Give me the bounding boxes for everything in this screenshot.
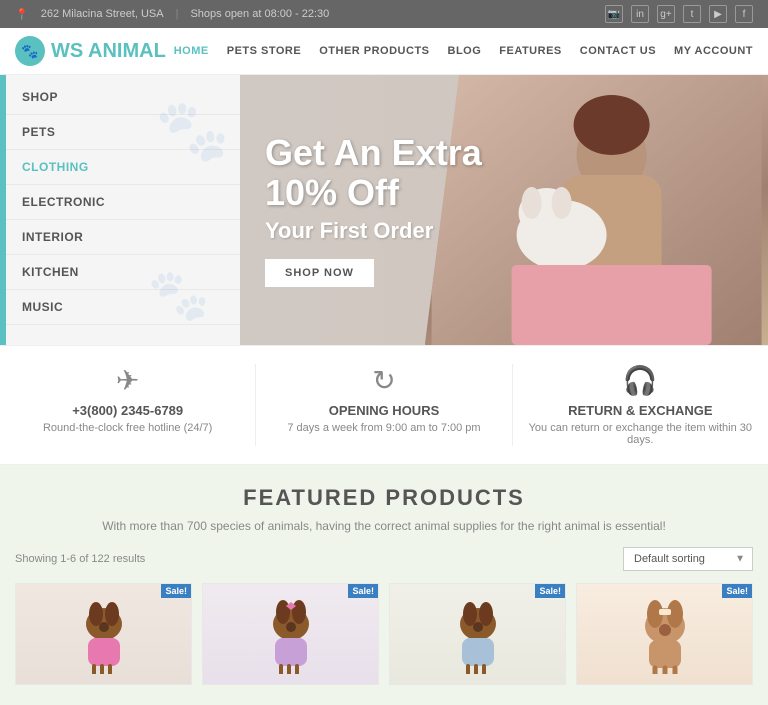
sort-wrapper: Default sorting Price: low to high Price…: [623, 547, 753, 571]
phone-icon: ✈: [15, 364, 240, 397]
dog-image-1: [74, 594, 134, 674]
hero-content: Get An Extra 10% Off Your First Order SH…: [240, 103, 507, 316]
location-icon: 📍: [15, 8, 29, 21]
info-return: 🎧 RETURN & EXCHANGE You can return or ex…: [513, 364, 768, 446]
featured-subtitle: With more than 700 species of animals, h…: [15, 519, 753, 533]
linkedin-icon[interactable]: in: [631, 5, 649, 23]
featured-section: FEATURED PRODUCTS With more than 700 spe…: [0, 465, 768, 705]
sale-badge-4: Sale!: [722, 584, 752, 598]
product-image-4: Sale!: [577, 584, 752, 684]
topbar-hours: Shops open at 08:00 - 22:30: [190, 8, 329, 20]
topbar-sep: |: [176, 8, 179, 20]
product-image-3: Sale!: [390, 584, 565, 684]
hero-banner: Get An Extra 10% Off Your First Order SH…: [240, 75, 768, 345]
product-image-2: Sale!: [203, 584, 378, 684]
nav-home[interactable]: HOME: [174, 45, 209, 57]
info-return-title: RETURN & EXCHANGE: [528, 403, 753, 418]
dog-image-3: [448, 594, 508, 674]
logo-text: WS ANIMAL: [51, 40, 166, 63]
return-icon: 🎧: [528, 364, 753, 397]
logo-icon: 🐾: [15, 36, 45, 66]
hero-headline-line2: 10% Off: [265, 173, 482, 213]
youtube-icon[interactable]: ▶: [709, 5, 727, 23]
sidebar-paw-top: 🐾: [155, 95, 230, 166]
header: 🐾 WS ANIMAL HOME PETS STORE OTHER PRODUC…: [0, 28, 768, 75]
info-hours-desc: 7 days a week from 9:00 am to 7:00 pm: [271, 422, 496, 434]
sidebar-accent: [0, 75, 6, 345]
hero-headline-line1: Get An Extra: [265, 133, 482, 173]
info-phone: ✈ +3(800) 2345-6789 Round-the-clock free…: [0, 364, 256, 446]
sidebar-item-interior[interactable]: INTERIOR: [0, 220, 240, 255]
logo-ws: WS: [51, 40, 83, 62]
dog-image-2: [261, 594, 321, 674]
featured-title: FEATURED PRODUCTS: [15, 485, 753, 511]
featured-controls: Showing 1-6 of 122 results Default sorti…: [15, 547, 753, 571]
nav-features[interactable]: FEATURES: [499, 45, 561, 57]
hours-icon: ↻: [271, 364, 496, 397]
sidebar-link-interior[interactable]: INTERIOR: [0, 220, 240, 254]
topbar: 📍 262 Milacina Street, USA | Shops open …: [0, 0, 768, 28]
product-card-3[interactable]: Sale!: [389, 583, 566, 685]
info-hours: ↻ OPENING HOURS 7 days a week from 9:00 …: [256, 364, 512, 446]
facebook-icon[interactable]: f: [735, 5, 753, 23]
sort-select[interactable]: Default sorting Price: low to high Price…: [623, 547, 753, 571]
paw-icon: 🐾: [21, 43, 38, 60]
dog-image-4: [635, 594, 695, 674]
sale-badge-3: Sale!: [535, 584, 565, 598]
logo: 🐾 WS ANIMAL: [15, 36, 166, 66]
sale-badge-1: Sale!: [161, 584, 191, 598]
main-area: 🐾 🐾 SHOP PETS CLOTHING ELECTRONIC INTERI…: [0, 75, 768, 345]
nav-account[interactable]: MY ACCOUNT: [674, 45, 753, 57]
main-nav: HOME PETS STORE OTHER PRODUCTS BLOG FEAT…: [174, 45, 753, 57]
product-image-1: Sale!: [16, 584, 191, 684]
topbar-social: 📷 in g+ t ▶ f: [605, 5, 753, 23]
info-phone-desc: Round-the-clock free hotline (24/7): [15, 422, 240, 434]
nav-pets-store[interactable]: PETS STORE: [227, 45, 301, 57]
info-hours-title: OPENING HOURS: [271, 403, 496, 418]
info-phone-title: +3(800) 2345-6789: [15, 403, 240, 418]
topbar-address: 262 Milacina Street, USA: [41, 8, 164, 20]
products-grid: Sale! Sale!: [15, 583, 753, 685]
google-icon[interactable]: g+: [657, 5, 675, 23]
nav-other-products[interactable]: OTHER PRODUCTS: [319, 45, 429, 57]
sidebar-link-electronic[interactable]: ELECTRONIC: [0, 185, 240, 219]
hero-headline-line3: Your First Order: [265, 218, 482, 244]
sidebar: 🐾 🐾 SHOP PETS CLOTHING ELECTRONIC INTERI…: [0, 75, 240, 345]
topbar-left: 📍 262 Milacina Street, USA | Shops open …: [15, 8, 329, 21]
product-card-4[interactable]: Sale!: [576, 583, 753, 685]
instagram-icon[interactable]: 📷: [605, 5, 623, 23]
sidebar-paw-bottom: 🐾: [148, 266, 210, 325]
sidebar-item-electronic[interactable]: ELECTRONIC: [0, 185, 240, 220]
sale-badge-2: Sale!: [348, 584, 378, 598]
info-return-desc: You can return or exchange the item with…: [528, 422, 753, 446]
product-card-2[interactable]: Sale!: [202, 583, 379, 685]
nav-contact[interactable]: CONTACT US: [580, 45, 656, 57]
product-card-1[interactable]: Sale!: [15, 583, 192, 685]
hero-shop-now-button[interactable]: SHOP NOW: [265, 259, 374, 287]
logo-animal: ANIMAL: [88, 40, 166, 62]
showing-results: Showing 1-6 of 122 results: [15, 553, 145, 565]
nav-blog[interactable]: BLOG: [448, 45, 482, 57]
twitter-icon[interactable]: t: [683, 5, 701, 23]
info-strip: ✈ +3(800) 2345-6789 Round-the-clock free…: [0, 345, 768, 465]
